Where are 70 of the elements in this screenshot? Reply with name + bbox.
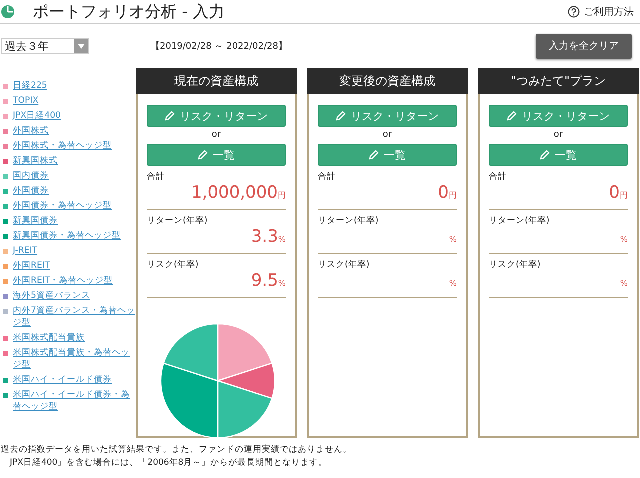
- pencil-icon: [198, 150, 208, 160]
- unit-label: 円: [449, 191, 457, 200]
- note-text: 「JPX日経400」を含む場合には、「2006年8月～」からが最長期間となります。: [1, 457, 329, 470]
- field-label: 合計: [489, 171, 508, 183]
- dropdown-arrow-icon: [78, 44, 84, 48]
- note-text: 過去の指数データを用いた試算結果です。また、ファンドの運用実績ではありません。: [1, 444, 353, 457]
- risk-return-button[interactable]: リスク・リターン: [147, 105, 286, 127]
- asset-link[interactable]: 米国ハイ・イールド債券: [13, 374, 112, 386]
- asset-link[interactable]: 新興国債券: [13, 215, 58, 227]
- risk-return-button[interactable]: リスク・リターン: [489, 105, 628, 127]
- field-label: リスク(年率): [147, 259, 200, 271]
- asset-link[interactable]: J-REIT: [13, 245, 38, 257]
- list-button[interactable]: 一覧: [147, 144, 286, 166]
- risk-return-button[interactable]: リスク・リターン: [318, 105, 457, 127]
- pencil-icon: [540, 150, 550, 160]
- unit-label: %: [278, 279, 286, 288]
- field-label: 合計: [318, 171, 337, 183]
- asset-link[interactable]: 国内債券: [13, 170, 49, 182]
- help-link[interactable]: ご利用方法: [584, 5, 634, 19]
- pencil-icon: [369, 150, 379, 160]
- list-button[interactable]: 一覧: [489, 144, 628, 166]
- field-label: リスク(年率): [318, 259, 371, 271]
- panel-header: "つみたて"プラン: [478, 68, 639, 94]
- total-value: 0: [438, 183, 449, 203]
- asset-link[interactable]: 日経225: [13, 80, 48, 92]
- unit-label: %: [278, 235, 286, 244]
- or-text: or: [552, 129, 564, 142]
- or-text: or: [382, 129, 394, 142]
- asset-link[interactable]: 新興国債券・為替ヘッジ型: [13, 230, 121, 242]
- total-value: 1,000,000: [191, 183, 278, 203]
- asset-link[interactable]: 内外7資産バランス・為替ヘッジ型: [13, 305, 136, 329]
- pencil-icon: [507, 111, 517, 121]
- list-button[interactable]: 一覧: [318, 144, 457, 166]
- asset-link[interactable]: 外国株式・為替ヘッジ型: [13, 140, 112, 152]
- asset-link[interactable]: 外国株式: [13, 125, 49, 137]
- asset-link[interactable]: 米国ハイ・イールド債券・為替ヘッジ型: [13, 389, 136, 413]
- asset-link[interactable]: TOPIX: [13, 95, 39, 107]
- asset-link[interactable]: 新興国株式: [13, 155, 58, 167]
- asset-link[interactable]: 米国株式配当貴族・為替ヘッジ型: [13, 347, 136, 371]
- panel-header: 現在の資産構成: [136, 68, 297, 94]
- asset-link[interactable]: 外国債券・為替ヘッジ型: [13, 200, 112, 212]
- field-label: 合計: [147, 171, 166, 183]
- or-text: or: [210, 129, 222, 142]
- unit-label: %: [449, 279, 457, 288]
- asset-link[interactable]: 外国債券: [13, 185, 49, 197]
- asset-link[interactable]: 海外5資産バランス: [13, 290, 90, 302]
- field-label: リターン(年率): [318, 215, 380, 227]
- asset-link[interactable]: JPX日経400: [13, 110, 62, 122]
- field-label: リスク(年率): [489, 259, 542, 271]
- field-label: リターン(年率): [147, 215, 209, 227]
- asset-link[interactable]: 米国株式配当貴族: [13, 332, 85, 344]
- period-select[interactable]: 過去３年: [1, 38, 89, 54]
- help-icon[interactable]: [568, 6, 580, 18]
- pencil-icon: [336, 111, 346, 121]
- unit-label: %: [620, 279, 628, 288]
- asset-link[interactable]: 外国REIT・為替ヘッジ型: [13, 275, 114, 287]
- unit-label: %: [449, 235, 457, 244]
- page-title: ポートフォリオ分析 - 入力: [33, 2, 225, 22]
- return-value: 3.3: [251, 227, 278, 247]
- date-range: 【2019/02/28 ～ 2022/02/28】: [151, 40, 288, 52]
- asset-link[interactable]: 外国REIT: [13, 260, 50, 272]
- risk-value: 9.5: [251, 271, 278, 291]
- unit-label: 円: [620, 191, 628, 200]
- pencil-icon: [165, 111, 175, 121]
- total-value: 0: [609, 183, 620, 203]
- unit-label: %: [620, 235, 628, 244]
- field-label: リターン(年率): [489, 215, 551, 227]
- clear-all-button[interactable]: 入力を全クリア: [536, 34, 632, 58]
- panel-header: 変更後の資産構成: [307, 68, 468, 94]
- unit-label: 円: [278, 191, 286, 200]
